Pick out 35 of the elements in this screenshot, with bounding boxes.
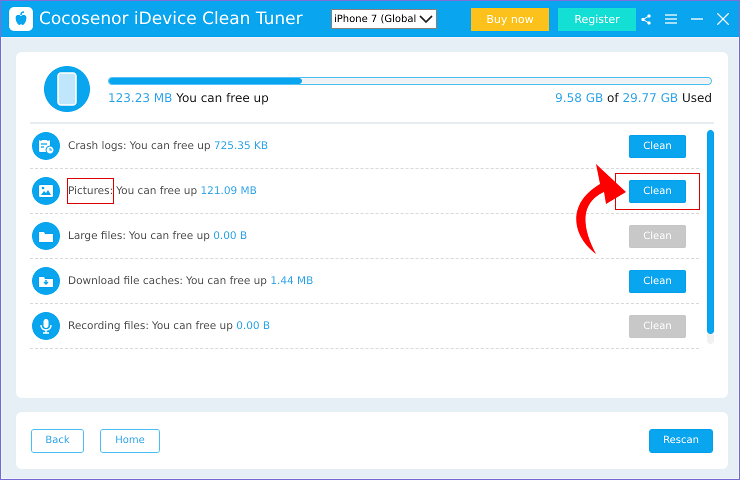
clean-button[interactable]: Clean — [629, 180, 686, 202]
footer-button[interactable]: Back — [31, 428, 84, 452]
item-label: Crash logs: — [68, 139, 127, 154]
free-up-text: You can free up 121.09 MB — [116, 185, 257, 197]
item-label: Download file caches: — [68, 274, 183, 289]
menu-icon[interactable] — [665, 14, 677, 24]
clean-button[interactable]: Clean — [629, 134, 686, 158]
minimize-icon[interactable] — [691, 18, 703, 20]
clean-button[interactable]: Clean — [629, 270, 686, 292]
image-icon — [32, 177, 60, 205]
storage-used: 9.58 GB of 29.77 GB Used — [555, 91, 712, 105]
footer-button[interactable]: Rescan — [649, 428, 713, 452]
app-logo-icon — [9, 7, 33, 31]
window-title: Cocosenor iDevice Clean Tuner — [39, 9, 304, 29]
free-up-text: You can free up 1.44 MB — [186, 275, 314, 287]
footer-button[interactable]: Home — [100, 428, 160, 452]
microphone-icon — [32, 312, 60, 340]
buy-now-button[interactable]: Buy now — [471, 8, 549, 30]
item-label: Recording files: — [68, 319, 149, 334]
caret-icon — [419, 15, 433, 23]
folder-icon — [32, 222, 60, 250]
scrollbar[interactable] — [707, 130, 714, 344]
calendar-clock-icon — [32, 132, 60, 160]
free-up-text: You can free up 0.00 B — [152, 320, 270, 332]
free-up-text: You can free up 725.35 KB — [130, 140, 268, 152]
free-up-summary: 123.23 MB You can free up — [108, 91, 269, 105]
folder-download-icon — [32, 267, 60, 295]
close-icon[interactable] — [717, 13, 729, 25]
free-up-text: You can free up 0.00 B — [128, 230, 248, 242]
register-button[interactable]: Register — [558, 8, 636, 30]
phone-icon — [44, 66, 90, 112]
item-label: Large files: — [68, 229, 126, 244]
share-icon[interactable] — [641, 14, 651, 24]
item-label: Pictures: — [68, 179, 114, 203]
device-select[interactable]: iPhone 7 (Global — [331, 9, 437, 29]
